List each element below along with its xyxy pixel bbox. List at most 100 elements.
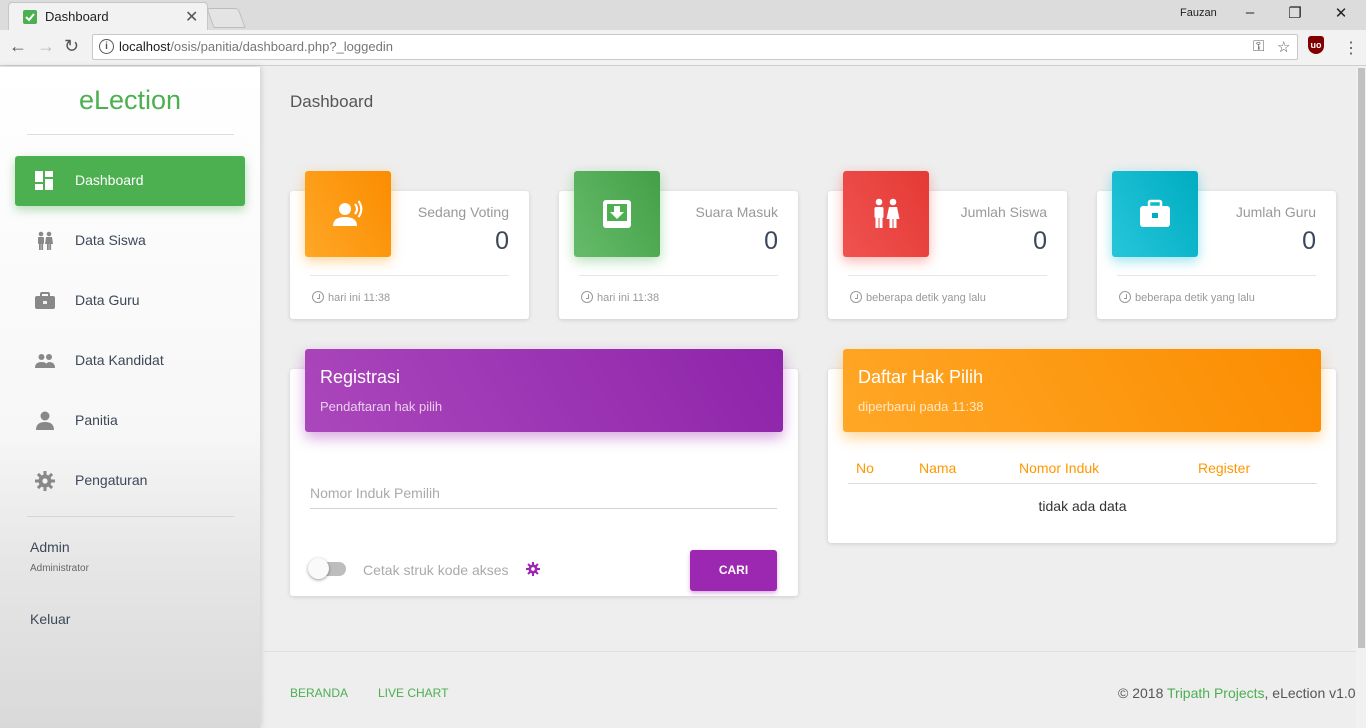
stat-value: 0 bbox=[1302, 227, 1316, 255]
stat-card-sedang-voting: Sedang Voting 0 hari ini 11:38 bbox=[290, 171, 529, 319]
nomor-induk-field[interactable] bbox=[310, 485, 777, 509]
registrasi-header: Registrasi Pendaftaran hak pilih bbox=[305, 349, 783, 432]
clock-icon bbox=[581, 291, 593, 303]
gear-icon bbox=[35, 471, 55, 491]
info-icon[interactable]: i bbox=[99, 39, 114, 54]
page-title: Dashboard bbox=[290, 92, 374, 111]
table-divider bbox=[848, 483, 1317, 484]
column-header-register[interactable]: Register bbox=[1198, 460, 1250, 476]
ublock-extension-icon[interactable]: uo bbox=[1308, 36, 1324, 54]
refresh-icon bbox=[850, 291, 862, 303]
registrasi-panel: Registrasi Pendaftaran hak pilih Cetak s… bbox=[290, 349, 798, 596]
hak-pilih-panel: Daftar Hak Pilih diperbarui pada 11:38 N… bbox=[828, 349, 1336, 543]
briefcase-icon bbox=[1112, 171, 1198, 257]
refresh-icon bbox=[1119, 291, 1131, 303]
new-tab-button[interactable] bbox=[206, 8, 246, 28]
table-empty-message: tidak ada data bbox=[1038, 498, 1127, 514]
cari-button[interactable]: CARI bbox=[690, 550, 777, 591]
divider bbox=[1117, 275, 1316, 276]
stat-value: 0 bbox=[1033, 227, 1047, 255]
profile-name[interactable]: Fauzan bbox=[1180, 7, 1217, 19]
panel-title: Daftar Hak Pilih bbox=[858, 367, 984, 387]
footer-copyright: © 2018 Tripath Projects, eLection v1.0 bbox=[1118, 685, 1356, 701]
forward-icon[interactable]: → bbox=[37, 36, 55, 57]
settings-gear-icon[interactable] bbox=[526, 562, 540, 576]
divider bbox=[848, 275, 1047, 276]
tripath-projects-link[interactable]: Tripath Projects bbox=[1167, 685, 1265, 701]
sidebar-item-label: Panitia bbox=[75, 412, 118, 428]
url-text: localhost/osis/panitia/dashboard.php?_lo… bbox=[119, 39, 393, 54]
tab-title: Dashboard bbox=[45, 9, 109, 24]
sidebar-item-pengaturan[interactable]: Pengaturan bbox=[15, 456, 245, 506]
dashboard-icon bbox=[35, 171, 53, 190]
sidebar-item-label: Pengaturan bbox=[75, 472, 148, 488]
sidebar-item-label: Data Siswa bbox=[75, 232, 146, 248]
sidebar-item-data-guru[interactable]: Data Guru bbox=[15, 276, 245, 326]
sidebar-item-label: Data Guru bbox=[75, 292, 140, 308]
sidebar-item-data-kandidat[interactable]: Data Kandidat bbox=[15, 336, 245, 386]
clock-icon bbox=[312, 291, 324, 303]
stat-card-jumlah-guru: Jumlah Guru 0 beberapa detik yang lalu bbox=[1097, 171, 1336, 319]
divider bbox=[579, 275, 778, 276]
restore-icon[interactable]: ❐ bbox=[1280, 4, 1310, 22]
footer-link-live-chart[interactable]: LIVE CHART bbox=[378, 686, 448, 700]
sidebar-item-data-siswa[interactable]: Data Siswa bbox=[15, 216, 245, 266]
panel-subtitle: diperbarui pada 11:38 bbox=[858, 399, 984, 414]
stat-footer: beberapa detik yang lalu bbox=[1119, 291, 1255, 304]
stat-label: Jumlah Siswa bbox=[960, 204, 1047, 220]
stat-value: 0 bbox=[764, 227, 778, 255]
sidebar-item-dashboard[interactable]: Dashboard bbox=[15, 156, 245, 206]
sidebar: eLection Dashboard Data Siswa Data Guru … bbox=[0, 67, 260, 728]
stat-footer: hari ini 11:38 bbox=[312, 291, 390, 304]
stat-card-jumlah-siswa: Jumlah Siswa 0 beberapa detik yang lalu bbox=[828, 171, 1067, 319]
people-icon bbox=[38, 231, 53, 250]
inbox-download-icon bbox=[574, 171, 660, 257]
briefcase-icon bbox=[35, 292, 55, 309]
stat-card-suara-masuk: Suara Masuk 0 hari ini 11:38 bbox=[559, 171, 798, 319]
window-close-icon[interactable]: ✕ bbox=[1326, 4, 1356, 22]
browser-tabstrip: Dashboard ✕ Fauzan – ❐ ✕ bbox=[0, 0, 1366, 30]
nomor-induk-input[interactable] bbox=[310, 485, 777, 501]
divider bbox=[310, 275, 509, 276]
column-header-nama[interactable]: Nama bbox=[919, 460, 956, 476]
person-icon bbox=[36, 411, 54, 430]
divider bbox=[27, 516, 234, 517]
hak-pilih-header: Daftar Hak Pilih diperbarui pada 11:38 bbox=[843, 349, 1321, 432]
toggle-label: Cetak struk kode akses bbox=[363, 562, 509, 578]
cetak-struk-toggle[interactable] bbox=[308, 558, 346, 579]
checkmark-favicon-icon bbox=[23, 10, 37, 24]
brand-logo[interactable]: eLection bbox=[0, 85, 260, 116]
sidebar-item-label: Data Kandidat bbox=[75, 352, 164, 368]
footer-divider bbox=[260, 651, 1366, 652]
key-icon[interactable]: ⚿ bbox=[1253, 38, 1264, 55]
divider bbox=[27, 134, 234, 135]
logout-link[interactable]: Keluar bbox=[30, 611, 70, 627]
people-icon bbox=[843, 171, 929, 257]
sidebar-item-label: Dashboard bbox=[75, 172, 144, 188]
back-icon[interactable]: ← bbox=[9, 36, 27, 57]
browser-toolbar: ← → ↻ i localhost/osis/panitia/dashboard… bbox=[0, 30, 1366, 66]
column-header-nomor-induk[interactable]: Nomor Induk bbox=[1019, 460, 1099, 476]
star-icon[interactable]: ☆ bbox=[1277, 38, 1290, 56]
sidebar-item-panitia[interactable]: Panitia bbox=[15, 396, 245, 446]
column-header-no[interactable]: No bbox=[856, 460, 874, 476]
group-icon bbox=[35, 354, 55, 368]
browser-tab[interactable]: Dashboard ✕ bbox=[8, 2, 208, 30]
toggle-knob[interactable] bbox=[308, 558, 329, 579]
address-bar[interactable]: i localhost/osis/panitia/dashboard.php?_… bbox=[92, 34, 1298, 60]
stat-label: Suara Masuk bbox=[695, 204, 778, 220]
minimize-icon[interactable]: – bbox=[1235, 4, 1265, 21]
stat-label: Sedang Voting bbox=[417, 204, 509, 220]
user-name[interactable]: Admin bbox=[30, 539, 70, 555]
stat-footer: hari ini 11:38 bbox=[581, 291, 659, 304]
voice-icon bbox=[305, 171, 391, 257]
reload-icon[interactable]: ↻ bbox=[64, 36, 79, 57]
scrollbar-thumb[interactable] bbox=[1358, 68, 1365, 648]
footer-link-beranda[interactable]: BERANDA bbox=[290, 686, 348, 700]
panel-title: Registrasi bbox=[320, 367, 401, 387]
browser-menu-icon[interactable]: ⋮ bbox=[1343, 38, 1359, 58]
stat-value: 0 bbox=[495, 227, 509, 255]
tab-close-icon[interactable]: ✕ bbox=[185, 7, 198, 27]
stat-footer: beberapa detik yang lalu bbox=[850, 291, 986, 304]
user-role: Administrator bbox=[30, 563, 89, 574]
